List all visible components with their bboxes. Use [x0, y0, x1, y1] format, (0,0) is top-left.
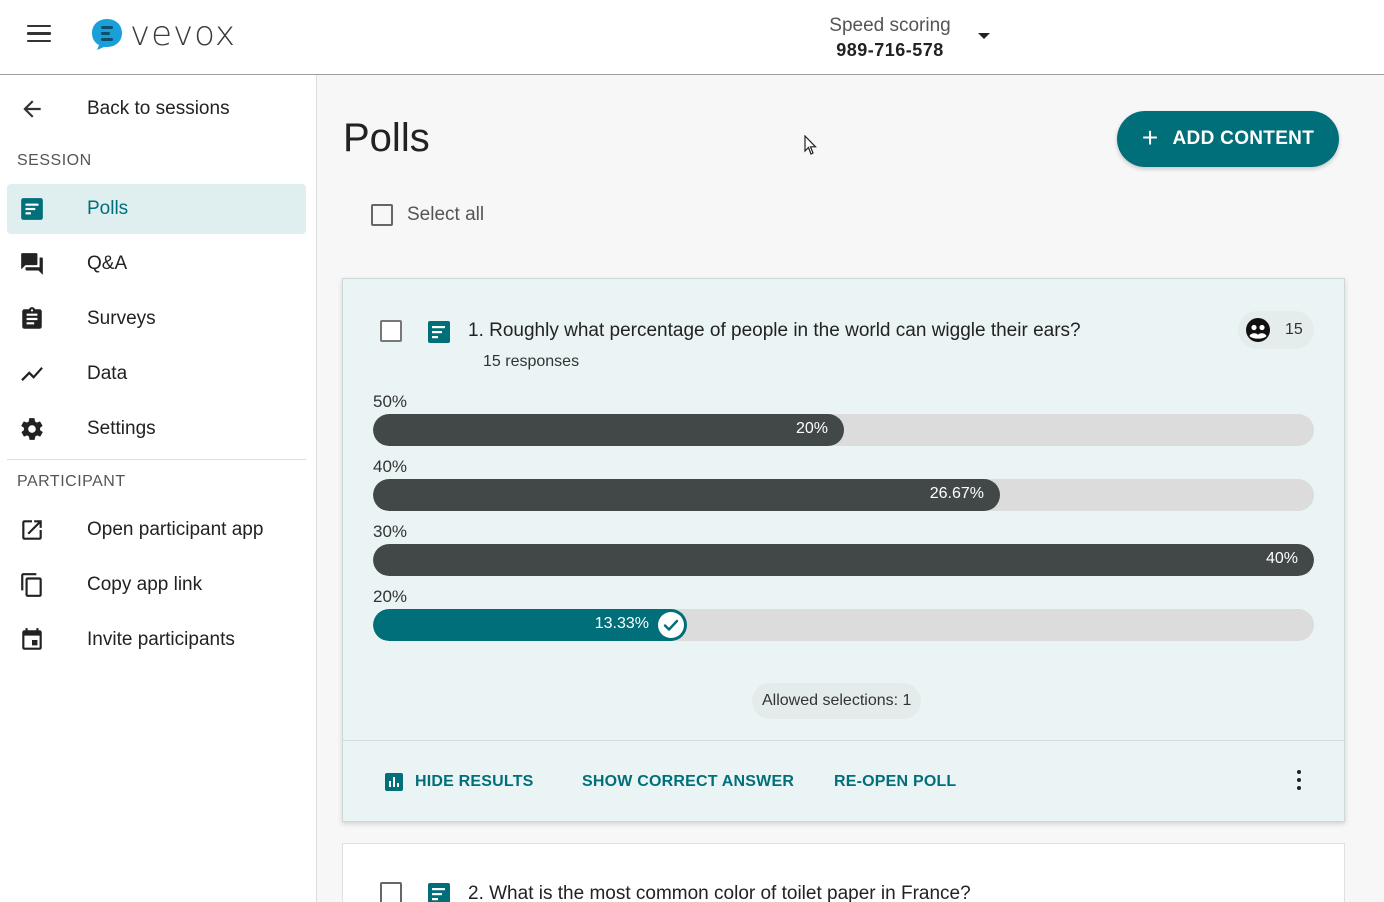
gear-icon — [21, 418, 43, 440]
poll-response-summary: 15 responses — [483, 353, 580, 370]
poll-result-bar-fill: 20% — [373, 414, 844, 446]
sidebar-item-invite-participants[interactable]: Invite participants — [7, 615, 306, 665]
poll-checkbox[interactable] — [380, 882, 402, 902]
card-divider — [343, 740, 1344, 741]
correct-answer-check-icon — [658, 612, 684, 638]
participants-icon — [1246, 318, 1270, 342]
sidebar-item-data[interactable]: Data — [7, 349, 306, 399]
vevox-logo-icon — [92, 19, 122, 50]
reopen-poll-label: RE-OPEN POLL — [834, 773, 957, 790]
poll-icon — [428, 321, 450, 343]
poll-card: 2. What is the most common color of toil… — [342, 843, 1345, 902]
sidebar-item-label: Surveys — [87, 308, 156, 329]
poll-option-label: 40% — [373, 457, 408, 476]
copy-icon — [21, 573, 42, 597]
show-correct-answer-label: SHOW CORRECT ANSWER — [582, 773, 795, 790]
hide-results-label: HIDE RESULTS — [415, 773, 534, 790]
poll-question[interactable]: 2. What is the most common color of toil… — [468, 883, 971, 902]
sidebar-item-label: Polls — [87, 198, 129, 219]
poll-option-label: 30% — [373, 522, 408, 541]
poll-card: 1. Roughly what percentage of people in … — [342, 278, 1345, 822]
add-content-label: ADD CONTENT — [1172, 128, 1315, 149]
select-all-label: Select all — [407, 204, 485, 225]
sidebar-item-label: Q&A — [87, 253, 128, 274]
poll-result-bar-fill: 26.67% — [373, 479, 1000, 511]
poll-result-value: 20% — [795, 420, 828, 437]
poll-question[interactable]: 1. Roughly what percentage of people in … — [468, 320, 1081, 342]
poll-checkbox[interactable] — [380, 320, 402, 342]
sidebar-item-label: Data — [87, 363, 128, 384]
session-selector[interactable]: Speed scoring 989-716-578 — [770, 15, 1010, 61]
more-options-icon[interactable] — [1296, 770, 1302, 792]
mouse-cursor-icon — [804, 135, 817, 155]
response-count: 15 — [1285, 321, 1303, 338]
poll-option-label: 20% — [373, 587, 408, 606]
poll-result-bar: 26.67% — [373, 479, 1314, 511]
show-correct-answer-button[interactable]: SHOW CORRECT ANSWER — [582, 773, 794, 791]
allowed-selections-badge: Allowed selections: 1 — [752, 683, 922, 719]
sidebar-divider — [7, 459, 306, 460]
sidebar: Back to sessions SESSION Polls Q&A Surve… — [0, 75, 317, 902]
sidebar-item-label: Copy app link — [87, 574, 203, 595]
poll-result-value: 26.67% — [929, 485, 984, 502]
reopen-poll-button[interactable]: RE-OPEN POLL — [834, 773, 956, 791]
poll-result-bar-fill: 40% — [373, 544, 1314, 576]
poll-result-bar: 13.33% — [373, 609, 1314, 641]
page-title: Polls — [343, 116, 430, 160]
back-to-sessions-link[interactable]: Back to sessions — [7, 84, 306, 134]
menu-icon[interactable] — [27, 25, 51, 45]
poll-result-value: 13.33% — [594, 615, 649, 632]
sidebar-item-label: Settings — [87, 418, 156, 439]
response-count-badge[interactable]: 15 — [1238, 311, 1314, 349]
sidebar-item-copy-app-link[interactable]: Copy app link — [7, 560, 306, 610]
sidebar-item-open-participant-app[interactable]: Open participant app — [7, 505, 306, 555]
caret-down-icon[interactable] — [978, 33, 990, 39]
poll-result-bar-fill: 13.33% — [373, 609, 687, 641]
poll-result-bar: 20% — [373, 414, 1314, 446]
select-all-checkbox[interactable] — [371, 204, 393, 226]
top-bar: vevox Speed scoring 989-716-578 — [0, 0, 1384, 75]
poll-result-value: 40% — [1265, 550, 1298, 567]
sidebar-item-surveys[interactable]: Surveys — [7, 294, 306, 344]
poll-option-label: 50% — [373, 392, 408, 411]
sidebar-item-label: Invite participants — [87, 629, 235, 650]
add-content-button[interactable]: + ADD CONTENT — [1117, 111, 1339, 167]
session-code: 989-716-578 — [836, 40, 944, 60]
session-section-label: SESSION — [17, 152, 92, 169]
chat-icon — [21, 253, 43, 275]
participant-section-label: PARTICIPANT — [17, 473, 126, 490]
back-to-sessions-label: Back to sessions — [87, 98, 230, 119]
poll-icon — [428, 883, 450, 902]
calendar-icon — [22, 628, 42, 650]
clipboard-icon — [22, 307, 42, 329]
sidebar-item-label: Open participant app — [87, 519, 264, 540]
session-name: Speed scoring — [829, 15, 951, 36]
select-all-control[interactable]: Select all — [371, 204, 484, 226]
logo-text: vevox — [130, 14, 237, 54]
plus-icon: + — [1141, 121, 1159, 153]
trend-icon — [21, 366, 43, 382]
sidebar-item-settings[interactable]: Settings — [7, 404, 306, 454]
poll-result-bar: 40% — [373, 544, 1314, 576]
vevox-logo[interactable]: vevox — [90, 14, 236, 54]
open-external-icon — [22, 520, 42, 540]
sidebar-item-polls[interactable]: Polls — [7, 184, 306, 234]
arrow-left-icon — [23, 100, 41, 118]
bar-chart-icon — [385, 773, 403, 791]
poll-icon — [21, 198, 43, 220]
sidebar-item-qa[interactable]: Q&A — [7, 239, 306, 289]
hide-results-button[interactable]: HIDE RESULTS — [385, 773, 534, 791]
